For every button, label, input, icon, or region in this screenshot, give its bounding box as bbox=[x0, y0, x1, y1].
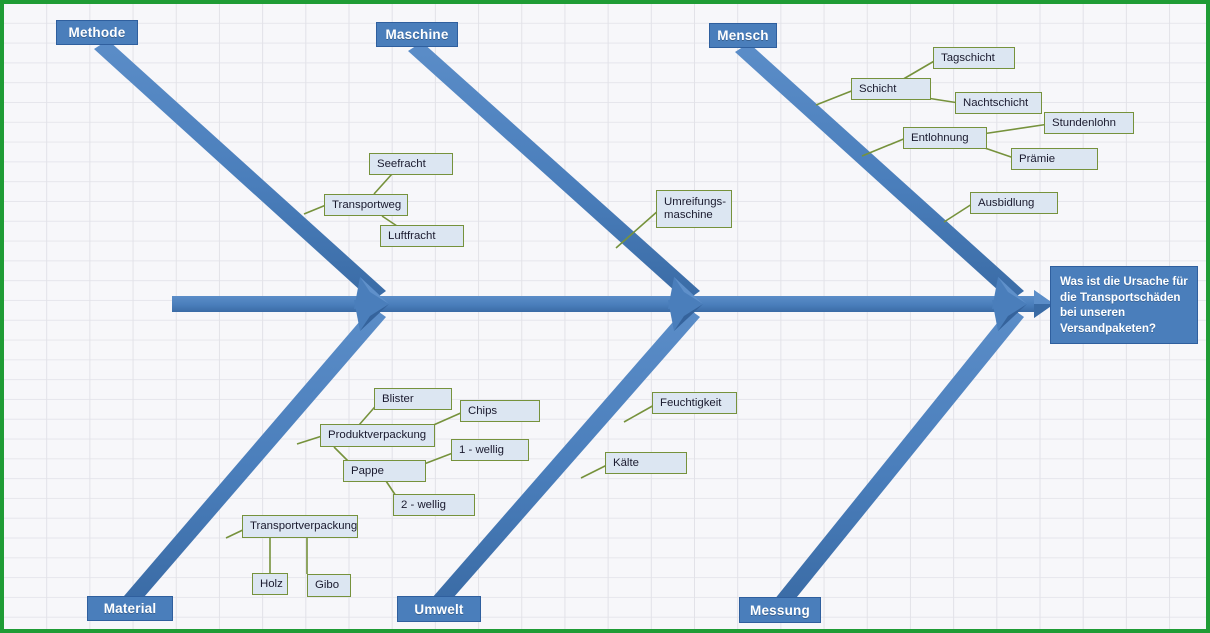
cause-box-luftfracht[interactable]: Luftfracht bbox=[380, 225, 464, 247]
category-header-maschine[interactable]: Maschine bbox=[376, 22, 458, 47]
cause-box-tagschicht[interactable]: Tagschicht bbox=[933, 47, 1015, 69]
category-header-material[interactable]: Material bbox=[87, 596, 173, 621]
bone-maschine bbox=[408, 42, 703, 309]
cause-box-umreifungsmaschine[interactable]: Umreifungs- maschine bbox=[656, 190, 732, 228]
category-header-mensch[interactable]: Mensch bbox=[709, 23, 777, 48]
cause-box-transportweg[interactable]: Transportweg bbox=[324, 194, 408, 216]
bone-methode bbox=[94, 40, 389, 309]
cause-box-feuchtigkeit[interactable]: Feuchtigkeit bbox=[652, 392, 737, 414]
bone-material bbox=[124, 300, 389, 604]
cause-box-stundenlohn[interactable]: Stundenlohn bbox=[1044, 112, 1134, 134]
cause-box-2-wellig[interactable]: 2 - wellig bbox=[393, 494, 475, 516]
cause-box-praemie[interactable]: Prämie bbox=[1011, 148, 1098, 170]
category-header-messung[interactable]: Messung bbox=[739, 597, 821, 623]
cause-box-pappe[interactable]: Pappe bbox=[343, 460, 426, 482]
cause-box-blister[interactable]: Blister bbox=[374, 388, 452, 410]
cause-box-seefracht[interactable]: Seefracht bbox=[369, 153, 453, 175]
cause-box-chips[interactable]: Chips bbox=[460, 400, 540, 422]
cause-box-entlohnung[interactable]: Entlohnung bbox=[903, 127, 987, 149]
cause-box-schicht[interactable]: Schicht bbox=[851, 78, 931, 100]
cause-box-gibo[interactable]: Gibo bbox=[307, 574, 351, 597]
bone-messung bbox=[774, 300, 1027, 608]
category-header-umwelt[interactable]: Umwelt bbox=[397, 596, 481, 622]
fishbone-diagram-canvas: Methode Maschine Mensch Material Umwelt … bbox=[0, 0, 1210, 633]
cause-box-produktverpackung[interactable]: Produktverpackung bbox=[320, 424, 435, 447]
cause-box-kaelte[interactable]: Kälte bbox=[605, 452, 687, 474]
problem-statement-box[interactable]: Was ist die Ursache für die Transportsch… bbox=[1050, 266, 1198, 344]
cause-box-1-wellig[interactable]: 1 - wellig bbox=[451, 439, 529, 461]
spine bbox=[172, 290, 1054, 318]
category-header-methode[interactable]: Methode bbox=[56, 20, 138, 45]
cause-box-ausbidlung[interactable]: Ausbidlung bbox=[970, 192, 1058, 214]
cause-box-transportverpackung[interactable]: Transportverpackung bbox=[242, 515, 358, 538]
cause-box-nachtschicht[interactable]: Nachtschicht bbox=[955, 92, 1042, 114]
cause-box-holz[interactable]: Holz bbox=[252, 573, 288, 595]
